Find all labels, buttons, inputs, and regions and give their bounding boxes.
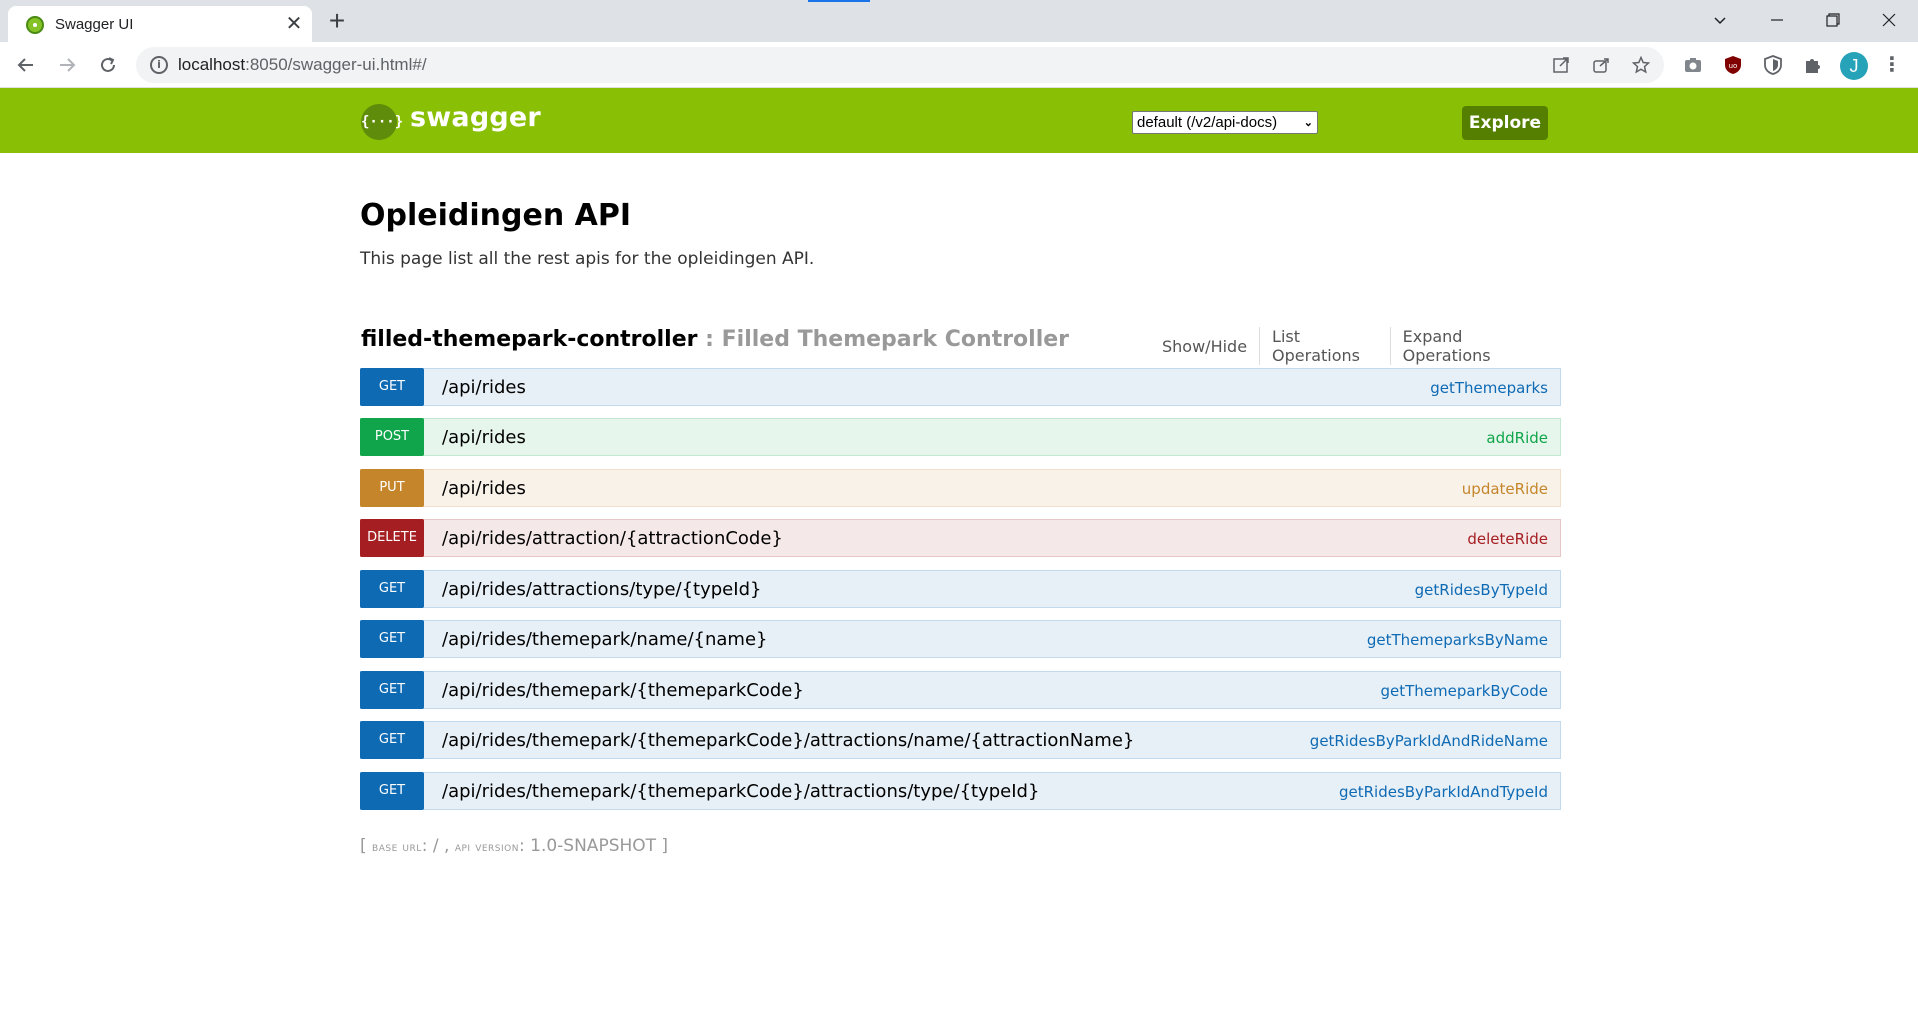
- controller-heading[interactable]: filled-themepark-controller : Filled The…: [361, 327, 1069, 352]
- explore-button[interactable]: Explore: [1462, 106, 1548, 140]
- chevron-down-icon: ⌄: [1303, 117, 1313, 129]
- operation-path[interactable]: /api/rides/themepark/{themeparkCode}: [442, 680, 804, 701]
- operation-row[interactable]: DELETE /api/rides/attraction/{attraction…: [360, 519, 1561, 557]
- operation-row[interactable]: GET /api/rides/themepark/name/{name} get…: [360, 620, 1561, 658]
- controller-name[interactable]: filled-themepark-controller: [361, 327, 698, 352]
- show-hide-link[interactable]: Show/Hide: [1150, 337, 1259, 356]
- swagger-logo-icon[interactable]: {···}: [361, 104, 403, 140]
- operation-nickname[interactable]: getRidesByParkIdAndTypeId: [1339, 783, 1548, 801]
- api-base-info: [ base url: / , api version: 1.0-SNAPSHO…: [360, 836, 668, 856]
- back-arrow-icon[interactable]: [10, 49, 42, 81]
- address-bar[interactable]: i localhost:8050/swagger-ui.html#/: [136, 47, 1664, 83]
- http-method-badge[interactable]: GET: [360, 671, 424, 709]
- http-method-badge[interactable]: GET: [360, 570, 424, 608]
- operation-path[interactable]: /api/rides/themepark/{themeparkCode}/att…: [442, 730, 1134, 751]
- camera-extension-icon[interactable]: [1681, 53, 1705, 77]
- api-spec-select-value: default (/v2/api-docs): [1137, 114, 1278, 131]
- operation-row[interactable]: GET /api/rides/themepark/{themeparkCode}…: [360, 772, 1561, 810]
- list-operations-link[interactable]: List Operations: [1259, 327, 1390, 365]
- swagger-header: {···} swagger default (/v2/api-docs) ⌄ E…: [0, 88, 1918, 153]
- browser-tab[interactable]: Swagger UI ✕: [8, 6, 312, 42]
- operation-path[interactable]: /api/rides: [442, 478, 526, 499]
- http-method-badge[interactable]: POST: [360, 418, 424, 456]
- operation-nickname[interactable]: getThemeparksByName: [1367, 631, 1548, 649]
- url-host: localhost: [178, 55, 246, 74]
- controller-actions: Show/Hide List Operations Expand Operati…: [1150, 327, 1548, 365]
- api-version-label: api version: [454, 840, 519, 855]
- api-title: Opleidingen API: [360, 198, 631, 233]
- http-method-badge[interactable]: GET: [360, 368, 424, 406]
- share-icon[interactable]: [1590, 54, 1612, 76]
- http-method-badge[interactable]: GET: [360, 620, 424, 658]
- operation-nickname[interactable]: addRide: [1486, 429, 1548, 447]
- extensions-puzzle-icon[interactable]: [1801, 53, 1825, 77]
- profile-avatar[interactable]: J: [1840, 52, 1868, 80]
- browser-toolbar: i localhost:8050/swagger-ui.html#/ uo J …: [0, 42, 1918, 88]
- browser-menu-icon[interactable]: ⋮: [1880, 53, 1904, 77]
- api-description: This page list all the rest apis for the…: [360, 249, 815, 269]
- operation-path[interactable]: /api/rides/attraction/{attractionCode}: [442, 528, 783, 549]
- restore-icon[interactable]: [1810, 2, 1856, 38]
- privacy-shield-icon[interactable]: [1761, 53, 1785, 77]
- operation-row[interactable]: POST /api/rides addRide: [360, 418, 1561, 456]
- operation-row[interactable]: PUT /api/rides updateRide: [360, 469, 1561, 507]
- operation-nickname[interactable]: updateRide: [1462, 480, 1548, 498]
- url-path: :8050/swagger-ui.html#/: [245, 55, 427, 74]
- reload-icon[interactable]: [92, 49, 124, 81]
- minimize-icon[interactable]: [1754, 2, 1800, 38]
- swagger-logo-text[interactable]: swagger: [410, 102, 541, 133]
- operation-row[interactable]: GET /api/rides getThemeparks: [360, 368, 1561, 406]
- url-text[interactable]: localhost:8050/swagger-ui.html#/: [178, 55, 427, 75]
- controller-separator: :: [697, 327, 722, 352]
- operation-nickname[interactable]: getThemeparkByCode: [1380, 682, 1548, 700]
- close-window-icon[interactable]: [1866, 2, 1912, 38]
- base-url-value: : / ,: [421, 836, 455, 856]
- api-spec-select[interactable]: default (/v2/api-docs) ⌄: [1132, 111, 1318, 134]
- http-method-badge[interactable]: GET: [360, 772, 424, 810]
- operation-path[interactable]: /api/rides: [442, 427, 526, 448]
- operation-nickname[interactable]: deleteRide: [1467, 530, 1548, 548]
- footer-open-bracket: [: [360, 836, 373, 856]
- open-in-app-icon[interactable]: [1550, 54, 1572, 76]
- svg-text:uo: uo: [1729, 62, 1738, 70]
- ublock-shield-icon[interactable]: uo: [1721, 53, 1745, 77]
- operation-path[interactable]: /api/rides/themepark/{themeparkCode}/att…: [442, 781, 1039, 802]
- tab-search-icon[interactable]: [1697, 2, 1743, 38]
- bookmark-star-icon[interactable]: [1630, 54, 1652, 76]
- tab-title: Swagger UI: [55, 16, 134, 33]
- forward-arrow-icon[interactable]: [51, 49, 83, 81]
- http-method-badge[interactable]: GET: [360, 721, 424, 759]
- operation-nickname[interactable]: getRidesByTypeId: [1415, 581, 1548, 599]
- operation-nickname[interactable]: getThemeparks: [1430, 379, 1548, 397]
- browser-tab-strip: Swagger UI ✕ +: [0, 0, 1918, 42]
- close-tab-icon[interactable]: ✕: [282, 11, 306, 35]
- http-method-badge[interactable]: PUT: [360, 469, 424, 507]
- controller-description: Filled Themepark Controller: [721, 327, 1070, 352]
- api-version-value: : 1.0-SNAPSHOT ]: [519, 836, 669, 856]
- new-tab-icon[interactable]: +: [322, 7, 352, 37]
- operation-nickname[interactable]: getRidesByParkIdAndRideName: [1310, 732, 1548, 750]
- base-url-label: base url: [372, 840, 422, 855]
- operation-path[interactable]: /api/rides: [442, 377, 526, 398]
- http-method-badge[interactable]: DELETE: [360, 519, 424, 557]
- operation-path[interactable]: /api/rides/themepark/name/{name}: [442, 629, 768, 650]
- operation-row[interactable]: GET /api/rides/themepark/{themeparkCode}…: [360, 671, 1561, 709]
- expand-operations-link[interactable]: Expand Operations: [1389, 327, 1548, 365]
- swagger-favicon-icon: [26, 16, 44, 34]
- operation-row[interactable]: GET /api/rides/themepark/{themeparkCode}…: [360, 721, 1561, 759]
- operation-row[interactable]: GET /api/rides/attractions/type/{typeId}…: [360, 570, 1561, 608]
- operation-path[interactable]: /api/rides/attractions/type/{typeId}: [442, 579, 761, 600]
- site-info-icon[interactable]: i: [150, 56, 168, 74]
- tab-drag-indicator: [808, 0, 870, 2]
